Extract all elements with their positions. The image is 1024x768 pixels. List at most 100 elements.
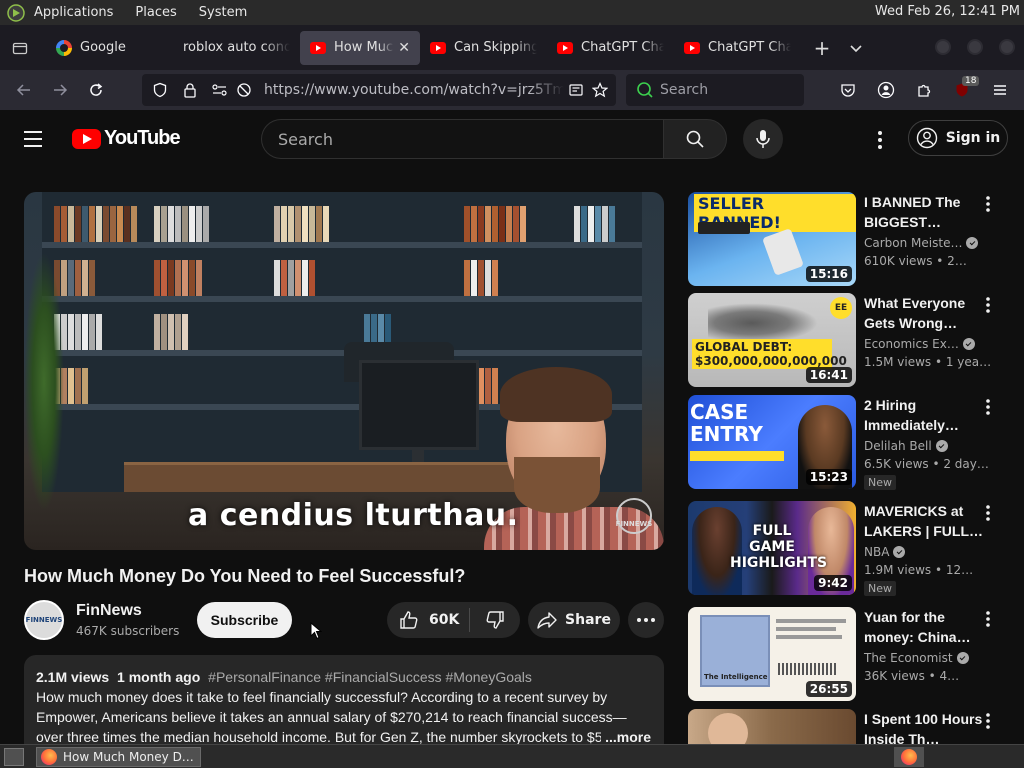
firefox-icon (901, 749, 917, 765)
browser-search-bar[interactable]: Search (626, 74, 804, 106)
os-menu-places[interactable]: Places (135, 5, 176, 20)
back-arrow-icon[interactable] (6, 74, 42, 106)
os-menu-applications[interactable]: Applications (34, 5, 113, 20)
lock-icon[interactable] (178, 82, 202, 98)
share-button[interactable]: Share (528, 602, 620, 638)
recommendation-menu-icon[interactable] (978, 295, 998, 315)
channel-avatar-text: FINNEWS (25, 616, 63, 624)
url-text[interactable]: https://www.youtube.com/watch?v=jrz5TmgF… (264, 82, 564, 98)
show-more-link[interactable]: ...more (601, 727, 651, 744)
recommendation-title[interactable]: Yuan for the money: China… (864, 607, 984, 647)
autoplay-blocked-icon[interactable] (232, 82, 256, 98)
youtube-search-input[interactable]: Search (261, 119, 663, 159)
recommendation-menu-icon[interactable] (978, 397, 998, 417)
tab-chatgpt-1[interactable]: ChatGPT Char (547, 31, 674, 65)
recommendation-menu-icon[interactable] (978, 503, 998, 523)
reader-view-icon[interactable] (564, 82, 588, 98)
guide-menu-icon[interactable] (24, 128, 48, 152)
ublock-extension-icon[interactable]: 18 (944, 74, 980, 106)
pocket-icon[interactable] (830, 74, 866, 106)
bookmark-star-icon[interactable] (588, 82, 612, 98)
video-player[interactable]: a cendius lturthau. FINNEWS (24, 192, 664, 550)
window-minimize-button[interactable] (935, 39, 951, 55)
recommendation-menu-icon[interactable] (978, 609, 998, 629)
account-icon[interactable] (868, 74, 904, 106)
close-tab-icon[interactable]: ✕ (398, 40, 410, 56)
verified-badge-icon (956, 652, 969, 664)
recommendation-title[interactable]: I BANNED The BIGGEST… (864, 192, 984, 232)
tab-label: ChatGPT Char (708, 40, 791, 55)
tab-chatgpt-2[interactable]: ChatGPT Char (674, 31, 801, 65)
share-label: Share (565, 612, 611, 628)
shelf (42, 296, 642, 302)
settings-more-icon[interactable] (868, 128, 892, 152)
tab-google[interactable]: Google (46, 31, 173, 65)
recommendation-channel[interactable]: The Economist (864, 651, 969, 665)
tab-label: ChatGPT Char (581, 40, 664, 55)
sign-in-button[interactable]: Sign in (908, 120, 1008, 156)
hashtags[interactable]: #PersonalFinance #FinancialSuccess #Mone… (208, 669, 532, 685)
youtube-search-button[interactable] (663, 119, 727, 159)
recommendation-item[interactable]: FULL GAME HIGHLIGHTS 9:42 MAVERICKS at L… (688, 501, 1008, 596)
channel-watermark[interactable]: FINNEWS (616, 498, 652, 534)
video-description[interactable]: 2.1M views 1 month ago #PersonalFinance … (24, 655, 664, 744)
recommendation-channel[interactable]: Delilah Bell (864, 439, 948, 453)
youtube-logo[interactable]: YouTube (72, 127, 181, 150)
like-button[interactable]: 60K (387, 602, 469, 638)
recommendation-title[interactable]: MAVERICKS at LAKERS | FULL… (864, 501, 984, 541)
recommendation-channel[interactable]: Economics Ex… (864, 337, 975, 351)
url-bar[interactable]: https://www.youtube.com/watch?v=jrz5TmgF… (142, 74, 616, 106)
os-logo-icon[interactable] (6, 3, 26, 23)
recommendation-menu-icon[interactable] (978, 194, 998, 214)
recommendation-item[interactable]: The Intelligence 26:55 Yuan for the mone… (688, 607, 1008, 701)
recommendation-item[interactable]: CASE ENTRY 15:23 2 Hiring Immediately… D… (688, 395, 1008, 490)
recommendation-menu-icon[interactable] (978, 711, 998, 731)
tracking-shield-icon[interactable] (148, 82, 172, 98)
recommendation-thumbnail[interactable]: The Intelligence 26:55 (688, 607, 856, 701)
new-badge: New (864, 581, 896, 596)
recommendation-thumbnail[interactable]: CASE ENTRY 15:23 (688, 395, 856, 489)
tab-roblox[interactable]: roblox auto condo (173, 31, 300, 65)
search-engine-icon[interactable] (636, 81, 654, 99)
window-maximize-button[interactable] (967, 39, 983, 55)
os-clock[interactable]: Wed Feb 26, 12:41 PM (875, 4, 1020, 19)
permissions-icon[interactable] (208, 82, 232, 98)
recommendation-title[interactable]: 2 Hiring Immediately… (864, 395, 984, 435)
recommendation-item[interactable]: SELLER BANNED! 15:16 I BANNED The BIGGES… (688, 192, 1008, 286)
channel-avatar[interactable]: FINNEWS (24, 600, 64, 640)
new-tab-button[interactable]: + (805, 31, 839, 65)
forward-arrow-icon[interactable] (42, 74, 78, 106)
verified-badge-icon (893, 546, 906, 558)
reload-icon[interactable] (78, 74, 114, 106)
show-desktop-icon[interactable] (4, 748, 24, 766)
recommendation-item[interactable]: EE GLOBAL DEBT: $300,000,000,000,000 16:… (688, 293, 1008, 387)
recommendation-thumbnail[interactable]: EE GLOBAL DEBT: $300,000,000,000,000 16:… (688, 293, 856, 387)
recommendation-thumbnail[interactable]: FULL GAME HIGHLIGHTS 9:42 (688, 501, 856, 595)
verified-badge-icon (966, 237, 979, 249)
os-menu-system[interactable]: System (199, 5, 247, 20)
like-count: 60K (429, 612, 460, 628)
workspace-switcher[interactable] (894, 747, 924, 767)
taskbar-window-button[interactable]: How Much Money D… (36, 747, 201, 767)
extensions-puzzle-icon[interactable] (906, 74, 942, 106)
recommendation-item[interactable]: I Spent 100 Hours Inside Th… (688, 709, 1008, 744)
list-all-tabs-chevron-icon[interactable] (839, 31, 873, 65)
books (154, 260, 202, 296)
channel-name[interactable]: FinNews (76, 602, 142, 620)
recommendation-title[interactable]: I Spent 100 Hours Inside Th… (864, 709, 984, 744)
tab-overview-icon[interactable] (0, 25, 40, 70)
dislike-button[interactable] (470, 602, 520, 638)
app-menu-icon[interactable] (982, 74, 1018, 106)
recommendation-thumbnail[interactable] (688, 709, 856, 744)
tab-can-skipping[interactable]: Can Skipping A (420, 31, 547, 65)
recommendation-channel[interactable]: Carbon Meiste… (864, 236, 979, 250)
subscribe-button[interactable]: Subscribe (197, 602, 292, 638)
sign-in-label: Sign in (945, 130, 1001, 146)
recommendation-channel[interactable]: NBA (864, 545, 906, 559)
window-close-button[interactable] (999, 39, 1015, 55)
tab-how-much-money[interactable]: How Much M ✕ (300, 30, 420, 65)
voice-search-button[interactable] (743, 119, 783, 159)
recommendation-title[interactable]: What Everyone Gets Wrong… (864, 293, 984, 333)
more-actions-button[interactable] (628, 602, 664, 638)
recommendation-thumbnail[interactable]: SELLER BANNED! 15:16 (688, 192, 856, 286)
